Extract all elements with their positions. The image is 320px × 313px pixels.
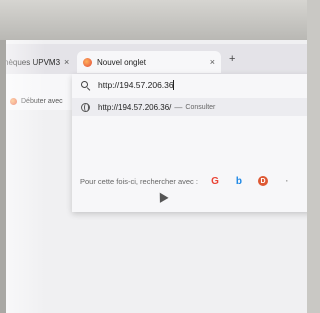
tab-label: Nouvel onglet: [97, 57, 146, 67]
tab-label: hèques UPVM3: [6, 57, 61, 67]
search-engine-label: Pour cette fois-ci, rechercher avec :: [80, 176, 198, 186]
firefox-icon: [83, 57, 92, 67]
duckduckgo-icon[interactable]: D: [257, 176, 268, 186]
search-icon: [81, 80, 90, 90]
browser-window: hèques UPVM3 × Nouvel onglet × + Débuter…: [6, 40, 307, 313]
firefox-icon: [10, 98, 17, 105]
more-engines-icon[interactable]: ·: [282, 176, 292, 186]
tab-upvm3[interactable]: hèques UPVM3 ×: [6, 51, 72, 73]
suggestion-action: Consulter: [185, 103, 216, 111]
bookmark-label: Débuter avec: [21, 98, 63, 105]
monitor-bezel-top: [0, 0, 307, 40]
tab-new-tab[interactable]: Nouvel onglet ×: [77, 51, 221, 73]
text-caret: [172, 80, 174, 90]
globe-icon: [81, 102, 90, 112]
url-bar[interactable]: http://194.57.206.36: [72, 74, 307, 96]
tab-close-icon[interactable]: ×: [64, 57, 69, 67]
url-suggestion-row[interactable]: http://194.57.206.36/ — Consulter: [72, 98, 307, 116]
url-input[interactable]: http://194.57.206.36: [98, 80, 174, 90]
tab-bar: hèques UPVM3 × Nouvel onglet × +: [6, 44, 307, 74]
tab-close-icon[interactable]: ×: [210, 57, 215, 67]
suggestion-url: http://194.57.206.36/: [98, 102, 172, 112]
google-icon[interactable]: G: [210, 176, 220, 187]
bookmark-item[interactable]: Débuter avec: [10, 98, 63, 105]
suggestion-separator: —: [174, 102, 183, 112]
urlbar-dropdown: http://194.57.206.36 http://194.57.206.3…: [72, 74, 307, 212]
new-tab-button[interactable]: +: [229, 53, 235, 65]
search-engine-row: Pour cette fois-ci, rechercher avec : G …: [80, 176, 292, 187]
bing-icon[interactable]: b: [234, 176, 244, 187]
